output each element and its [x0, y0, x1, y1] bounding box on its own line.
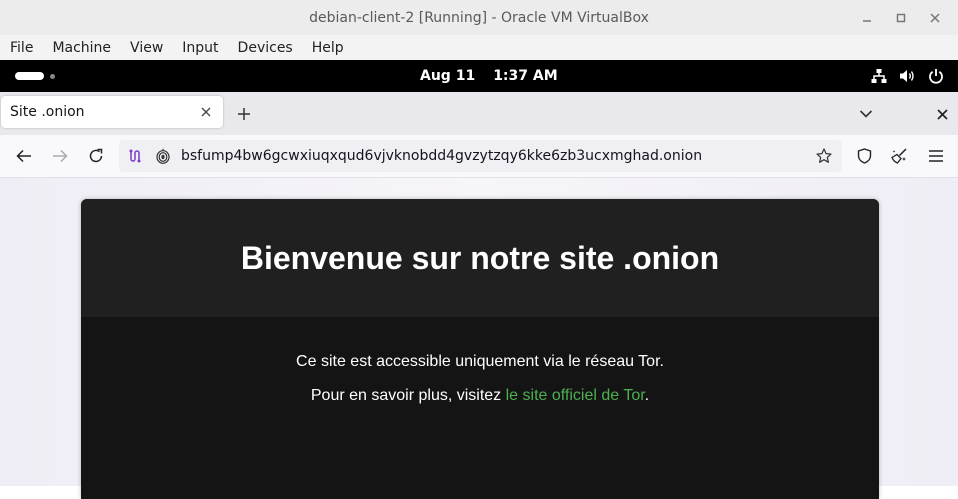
- new-tab-button[interactable]: [232, 102, 256, 126]
- new-identity-button[interactable]: [888, 144, 912, 168]
- chevron-down-icon: [859, 110, 873, 118]
- clock-date: Aug 11: [420, 68, 476, 84]
- system-tray[interactable]: [871, 60, 944, 92]
- onion-site-icon[interactable]: [155, 148, 171, 164]
- close-window-button[interactable]: [918, 0, 952, 35]
- card-body: Ce site est accessible uniquement via le…: [81, 353, 879, 405]
- back-button[interactable]: [12, 144, 36, 168]
- close-icon: [936, 108, 948, 120]
- maximize-icon: [896, 13, 906, 22]
- menu-help[interactable]: Help: [302, 40, 353, 56]
- window-controls: [850, 0, 952, 35]
- menu-input[interactable]: Input: [172, 40, 227, 56]
- arrow-left-icon: [16, 149, 31, 163]
- list-all-tabs-button[interactable]: [854, 102, 878, 126]
- tab-close-button[interactable]: [194, 100, 218, 124]
- volume-icon: [900, 70, 914, 82]
- browser-close-button[interactable]: [930, 102, 954, 126]
- close-icon: [930, 12, 940, 23]
- bookmark-star-button[interactable]: [816, 148, 832, 164]
- network-icon: [871, 69, 887, 83]
- intro-text: Ce site est accessible uniquement via le…: [296, 353, 664, 370]
- tab-strip: Site .onion: [0, 92, 958, 135]
- menu-devices[interactable]: Devices: [228, 40, 302, 56]
- tor-official-site-link[interactable]: le site officiel de Tor: [506, 387, 645, 404]
- app-menu-button[interactable]: [924, 144, 948, 168]
- onion-icon: [156, 148, 170, 164]
- menu-view[interactable]: View: [120, 40, 172, 56]
- activities-button[interactable]: [15, 72, 44, 80]
- web-page: Bienvenue sur notre site .onion Ce site …: [0, 178, 958, 499]
- star-icon: [816, 148, 832, 163]
- url-bar[interactable]: bsfump4bw6gcwxiuqxqud6vjvknobdd4gvzytzqy…: [119, 140, 842, 172]
- tab-title: Site .onion: [10, 104, 85, 120]
- arrow-right-icon: [53, 149, 68, 163]
- navigation-toolbar: bsfump4bw6gcwxiuqxqud6vjvknobdd4gvzytzqy…: [0, 135, 958, 178]
- close-icon: [201, 107, 211, 117]
- menu-file[interactable]: File: [0, 40, 42, 56]
- reload-button[interactable]: [84, 144, 108, 168]
- power-icon: [929, 69, 943, 84]
- clock-time: 1:37 AM: [493, 68, 558, 84]
- workspace-indicator: [50, 74, 55, 79]
- card-header: Bienvenue sur notre site .onion: [81, 199, 879, 317]
- minimize-button[interactable]: [850, 0, 884, 35]
- tab-site-onion[interactable]: Site .onion: [1, 96, 223, 128]
- reload-icon: [89, 148, 103, 163]
- broom-icon: [891, 148, 907, 164]
- shield-icon: [857, 148, 871, 164]
- content-card: Bienvenue sur notre site .onion Ce site …: [81, 199, 879, 499]
- maximize-button[interactable]: [884, 0, 918, 35]
- page-heading: Bienvenue sur notre site .onion: [240, 239, 720, 276]
- window-title: debian-client-2 [Running] - Oracle VM Vi…: [309, 9, 649, 26]
- learn-more-text: Pour en savoir plus, visitez le site off…: [81, 387, 879, 405]
- clock-button[interactable]: Aug 11 1:37 AM: [420, 60, 558, 92]
- tor-circuit-icon[interactable]: [127, 148, 143, 164]
- minimize-icon: [863, 19, 871, 22]
- forward-button[interactable]: [48, 144, 72, 168]
- gnome-top-bar: Aug 11 1:37 AM: [0, 60, 958, 92]
- menu-machine[interactable]: Machine: [42, 40, 120, 56]
- plus-icon: [238, 108, 250, 120]
- hamburger-menu-icon: [929, 150, 943, 162]
- onion-circuit-icon: [129, 149, 141, 163]
- vbox-menubar: File Machine View Input Devices Help: [0, 35, 958, 60]
- url-text: bsfump4bw6gcwxiuqxqud6vjvknobdd4gvzytzqy…: [181, 148, 703, 164]
- learn-more-prefix: Pour en savoir plus, visitez: [310, 387, 506, 404]
- learn-more-suffix: .: [644, 387, 650, 404]
- security-level-button[interactable]: [852, 144, 876, 168]
- vbox-title-bar: debian-client-2 [Running] - Oracle VM Vi…: [0, 0, 958, 35]
